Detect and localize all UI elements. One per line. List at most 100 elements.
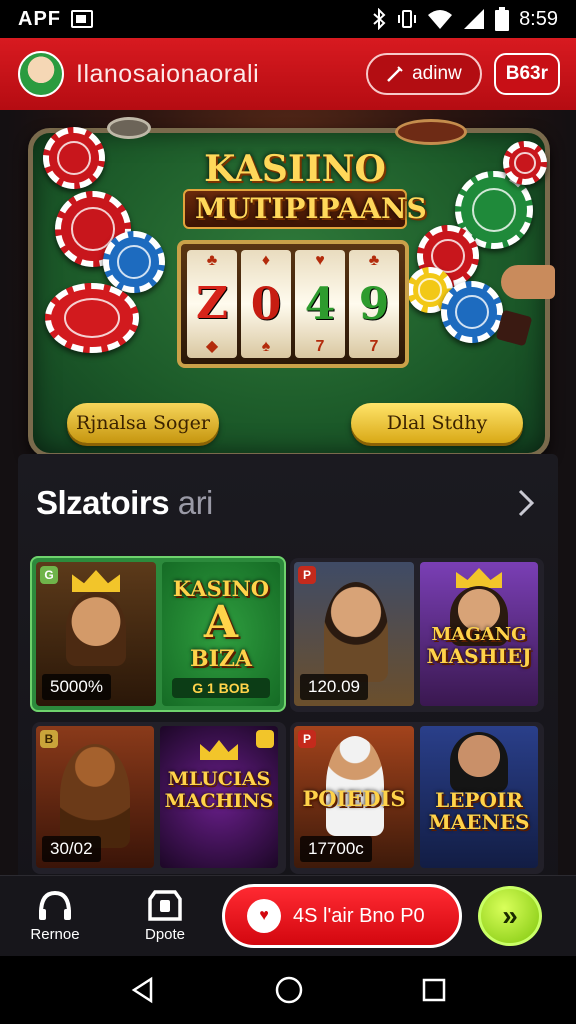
wallet-icon bbox=[148, 890, 182, 921]
hero-banner[interactable]: KASIINO MUTIPIPAANS ♣ Z ◆ ♦ 0 ♠ ♥ 4 7 ♣ 9 7 Rjnalsa… bbox=[28, 117, 555, 458]
nav-item-deposit[interactable]: Dpote bbox=[110, 889, 220, 943]
slot-reel: ♦ 0 ♠ bbox=[241, 250, 291, 358]
crown-icon bbox=[72, 570, 120, 592]
game-tile[interactable]: P POIEDIS 17700c bbox=[294, 726, 414, 868]
hero-left-button[interactable]: Rjnalsa Soger bbox=[67, 403, 219, 443]
section-title-text: Slzatoirs bbox=[36, 484, 170, 521]
game-character-icon bbox=[66, 592, 126, 666]
game-tile[interactable]: P 120.09 bbox=[294, 562, 414, 706]
header-action-label: adinw bbox=[412, 63, 462, 84]
game-price: 120.09 bbox=[300, 674, 368, 700]
slot-reel: ♣ 9 7 bbox=[349, 250, 399, 358]
hero-title: KASIINO MUTIPIPAANS bbox=[183, 148, 427, 229]
back-icon[interactable] bbox=[129, 976, 157, 1004]
game-price: 30/02 bbox=[42, 836, 101, 862]
header-action-button[interactable]: adinw bbox=[366, 53, 482, 95]
status-icons: 8:59 bbox=[371, 7, 558, 31]
signal-icon bbox=[464, 9, 485, 29]
game-tile[interactable]: KASINO A BIZA G 1 BOB bbox=[162, 562, 280, 706]
chip-icon bbox=[45, 283, 139, 353]
game-title: BIZA bbox=[189, 646, 252, 672]
game-badge: G bbox=[40, 566, 58, 584]
headset-icon bbox=[39, 890, 71, 920]
status-bar: APF 8:59 bbox=[0, 0, 576, 38]
chip-icon bbox=[441, 281, 503, 343]
go-button[interactable]: » bbox=[478, 886, 542, 946]
reel-symbol-top: ♦ bbox=[261, 252, 271, 269]
reel-symbol-top: ♣ bbox=[368, 252, 380, 269]
game-title: A bbox=[203, 597, 239, 648]
game-tile[interactable]: LEPOIR MAENES bbox=[420, 726, 538, 868]
game-group: B 30/02 MLUCIAS MACHINS bbox=[32, 722, 286, 874]
game-title: MASHIEJ bbox=[426, 644, 532, 668]
reel-digit: 4 bbox=[304, 278, 336, 330]
wifi-icon bbox=[428, 10, 453, 29]
nav-label: Dpote bbox=[144, 926, 186, 943]
game-badge bbox=[256, 730, 274, 748]
home-icon[interactable] bbox=[274, 975, 304, 1005]
carrier-label: APF bbox=[18, 7, 61, 30]
game-title: MAENES bbox=[428, 810, 530, 834]
crown-icon bbox=[200, 740, 238, 760]
game-badge: P bbox=[298, 566, 316, 584]
chip-icon bbox=[43, 127, 105, 189]
nav-item-remote[interactable]: Rernoe bbox=[0, 889, 110, 943]
chip-stack-icon bbox=[395, 119, 467, 145]
slot-reels: ♣ Z ◆ ♦ 0 ♠ ♥ 4 7 ♣ 9 7 bbox=[177, 240, 409, 368]
app-title: Ilanosaionaorali bbox=[76, 59, 260, 88]
battery-icon bbox=[495, 7, 510, 31]
game-tile[interactable]: MAGANG MASHIEJ bbox=[420, 562, 538, 706]
deposit-label: 4S l'air Bno P0 bbox=[293, 904, 425, 927]
game-title: MAGANG bbox=[431, 624, 527, 645]
section-subtitle: ari bbox=[177, 484, 214, 521]
hand-icon bbox=[501, 265, 555, 299]
game-title: MACHINS bbox=[164, 790, 274, 812]
vibrate-icon bbox=[398, 10, 417, 28]
bottom-bar: Rernoe Dpote ♥ 4S l'air Bno P0 » bbox=[0, 875, 576, 956]
header-secondary-label: B63r bbox=[505, 63, 548, 84]
game-tile[interactable]: G 5000% bbox=[36, 562, 156, 706]
reel-digit: 0 bbox=[250, 278, 282, 330]
recents-icon[interactable] bbox=[421, 977, 447, 1003]
bluetooth-icon bbox=[373, 8, 386, 30]
system-nav-bar bbox=[0, 956, 576, 1024]
header-secondary-button[interactable]: B63r bbox=[493, 53, 560, 95]
chip-icon bbox=[503, 141, 547, 185]
hero-title-line1: KASIINO bbox=[204, 148, 386, 190]
app-header: Ilanosaionaorali adinw B63r bbox=[0, 38, 576, 110]
reel-symbol-bottom: 7 bbox=[369, 338, 379, 355]
game-title: LEPOIR bbox=[435, 788, 523, 812]
crown-icon bbox=[456, 568, 502, 588]
pen-icon bbox=[387, 66, 403, 82]
nav-label: Rernoe bbox=[30, 926, 80, 943]
app-logo[interactable] bbox=[18, 51, 64, 97]
section-title: Slzatoirs ari bbox=[36, 484, 213, 522]
game-badge: P bbox=[298, 730, 316, 748]
chevron-right-icon[interactable] bbox=[514, 488, 538, 518]
hero-right-button[interactable]: Dlal Stdhy bbox=[351, 403, 523, 443]
chip-stack-icon bbox=[107, 117, 151, 139]
game-character-icon bbox=[60, 744, 130, 848]
game-price: 17700c bbox=[300, 836, 372, 862]
dice-icon bbox=[495, 309, 533, 347]
reel-symbol-bottom: 7 bbox=[315, 338, 325, 355]
game-tile[interactable]: MLUCIAS MACHINS bbox=[160, 726, 278, 868]
game-group: P 120.09 MAGANG MASHIEJ bbox=[290, 558, 544, 712]
hero-title-line2: MUTIPIPAANS bbox=[183, 189, 427, 229]
game-title: MLUCIAS bbox=[167, 768, 271, 790]
slot-reel: ♣ Z ◆ bbox=[187, 250, 237, 358]
game-tag: G 1 BOB bbox=[172, 678, 270, 698]
reel-symbol-top: ♣ bbox=[206, 252, 218, 269]
game-character-icon bbox=[450, 732, 508, 792]
game-tile[interactable]: B 30/02 bbox=[36, 726, 154, 868]
game-badge: B bbox=[40, 730, 58, 748]
slot-reel: ♥ 4 7 bbox=[295, 250, 345, 358]
game-group: P POIEDIS 17700c LEPOIR MAENES bbox=[290, 722, 544, 874]
reel-digit: Z bbox=[195, 277, 229, 329]
game-title: POIEDIS bbox=[302, 786, 406, 811]
reel-digit: 9 bbox=[358, 278, 390, 330]
chip-icon bbox=[103, 231, 165, 293]
game-character-icon bbox=[324, 582, 388, 682]
notification-icon bbox=[71, 10, 93, 28]
deposit-button[interactable]: ♥ 4S l'air Bno P0 bbox=[222, 884, 462, 948]
